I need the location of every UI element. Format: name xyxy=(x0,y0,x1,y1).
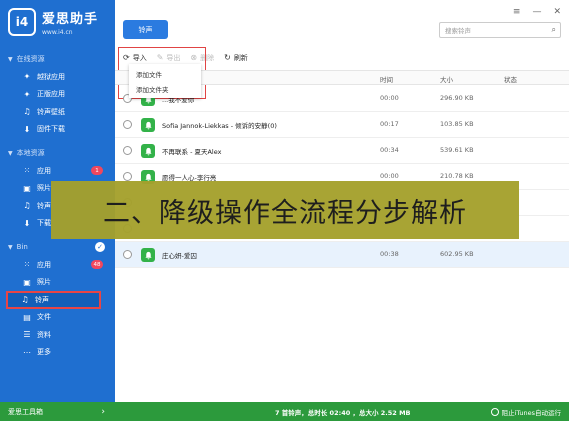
row-time: 00:00 xyxy=(380,172,399,180)
sidebar-item-device-more[interactable]: ⋯ 更多 xyxy=(0,344,115,362)
count-badge: 48 xyxy=(91,260,103,270)
row-size: 103.85 KB xyxy=(440,120,474,128)
sidebar-item-device-photos[interactable]: ▣ 照片 xyxy=(0,274,115,292)
row-size: 210.78 KB xyxy=(440,172,474,180)
app-icon: ✦ xyxy=(23,72,31,82)
toolbox-label: 爱思工具箱 xyxy=(8,407,43,416)
row-checkbox[interactable] xyxy=(123,120,132,129)
minimize-icon[interactable]: — xyxy=(532,7,541,17)
menu-item-add-folder[interactable]: 添加文件夹 xyxy=(129,81,201,96)
app-url: www.i4.cn xyxy=(42,29,73,36)
search-input[interactable]: 搜索铃声 ⌕ xyxy=(439,22,561,38)
refresh-icon: ↻ xyxy=(224,53,231,62)
close-icon[interactable]: ✕ xyxy=(553,7,561,17)
row-size: 539.61 KB xyxy=(440,146,474,154)
overlay-banner: 二、降级操作全流程分步解析 xyxy=(51,181,519,239)
table-row[interactable]: 不再联系 - 夏天Alex 00:34 539.61 KB xyxy=(115,138,569,164)
row-time: 00:34 xyxy=(380,146,399,154)
search-icon[interactable]: ⌕ xyxy=(552,25,556,35)
bell-icon xyxy=(141,248,155,262)
row-title: Sofia Jannok-Liekkas - 倾诉的安静(0) xyxy=(162,122,277,130)
bell-icon xyxy=(141,144,155,158)
logo-mark: i4 xyxy=(8,8,36,36)
ringtone-tab-button[interactable]: 铃声 xyxy=(123,20,168,39)
music-icon: ♫ xyxy=(21,295,29,305)
radio-icon xyxy=(490,408,499,416)
row-checkbox[interactable] xyxy=(123,146,132,155)
row-size: 296.90 KB xyxy=(440,94,474,102)
sidebar-item-ringtone-wallpaper[interactable]: ♫ 铃声壁纸 xyxy=(0,103,115,121)
grid-icon: ⁙ xyxy=(23,260,31,270)
count-badge: 1 xyxy=(91,166,103,176)
toolbox-button[interactable]: 爱思工具箱 › xyxy=(0,402,115,421)
app-icon: ✦ xyxy=(23,89,31,99)
download-icon: ⬇ xyxy=(23,124,31,134)
photo-icon: ▣ xyxy=(23,183,31,193)
row-time: 00:00 xyxy=(380,94,399,102)
row-size: 602.95 KB xyxy=(440,250,474,258)
sidebar-item-genuine-apps[interactable]: ✦ 正版应用 xyxy=(0,86,115,104)
check-icon: ✓ xyxy=(95,242,105,252)
sidebar-item-device-files[interactable]: ▤ 文件 xyxy=(0,309,115,327)
sidebar-item-device-apps[interactable]: ⁙ 应用 48 xyxy=(0,256,115,274)
block-itunes-toggle[interactable]: 阻止iTunes自动运行 xyxy=(490,407,561,417)
sidebar-item-jailbreak-apps[interactable]: ✦ 越狱应用 xyxy=(0,68,115,86)
download-icon: ⬇ xyxy=(23,218,31,228)
search-placeholder: 搜索铃声 xyxy=(445,27,471,35)
sidebar-item-firmware[interactable]: ⬇ 固件下载 xyxy=(0,121,115,139)
row-title: 庄心妍-爱囚 xyxy=(162,252,197,260)
photo-icon: ▣ xyxy=(23,277,31,287)
sidebar-item-device-data[interactable]: ☰ 资料 xyxy=(0,326,115,344)
grid-icon: ⁙ xyxy=(23,166,31,176)
sidebar-item-device-ringtones[interactable]: ♫ 铃声 xyxy=(6,291,101,309)
column-status[interactable]: 状态 xyxy=(504,74,517,84)
row-time: 00:17 xyxy=(380,120,399,128)
table-row[interactable]: Sofia Jannok-Liekkas - 倾诉的安静(0) 00:17 10… xyxy=(115,112,569,138)
section-online[interactable]: ▼ 在线资源 xyxy=(0,50,115,68)
triangle-down-icon: ▼ xyxy=(8,243,13,251)
status-bar: 7 首铃声，总时长 02:40 ，总大小 2.52 MB 阻止iTunes自动运… xyxy=(115,402,569,421)
section-local[interactable]: ▼ 本地资源 xyxy=(0,144,115,162)
import-dropdown-menu: 添加文件 添加文件夹 xyxy=(129,64,201,98)
sidebar-item-local-apps[interactable]: ⁙ 应用 1 xyxy=(0,162,115,180)
triangle-down-icon: ▼ xyxy=(8,149,13,157)
column-size[interactable]: 大小 xyxy=(440,74,453,84)
bell-icon xyxy=(141,118,155,132)
app-name: 爱思助手 xyxy=(42,12,99,27)
more-icon: ⋯ xyxy=(23,347,31,357)
music-icon: ♫ xyxy=(23,107,31,117)
row-title: 不再联系 - 夏天Alex xyxy=(162,148,222,156)
row-checkbox[interactable] xyxy=(123,172,132,181)
section-device[interactable]: ▼ Bin ✓ xyxy=(0,238,115,256)
row-checkbox[interactable] xyxy=(123,250,132,259)
chevron-right-icon: › xyxy=(101,406,105,417)
column-time[interactable]: 时间 xyxy=(380,74,393,84)
menu-icon[interactable]: ≡ xyxy=(513,7,521,17)
row-time: 00:38 xyxy=(380,250,399,258)
refresh-button[interactable]: ↻ 刷新 xyxy=(224,53,248,63)
table-row[interactable]: 庄心妍-爱囚 00:38 602.95 KB xyxy=(115,242,569,268)
music-icon: ♫ xyxy=(23,201,31,211)
logo: i4 爱思助手 www.i4.cn xyxy=(0,0,115,44)
triangle-down-icon: ▼ xyxy=(8,55,13,63)
menu-item-add-file[interactable]: 添加文件 xyxy=(129,66,201,81)
list-icon: ☰ xyxy=(23,330,31,340)
file-icon: ▤ xyxy=(23,312,31,322)
window-controls: ≡ — ✕ xyxy=(513,7,561,17)
ringtone-summary: 7 首铃声，总时长 02:40 ，总大小 2.52 MB xyxy=(275,409,411,417)
